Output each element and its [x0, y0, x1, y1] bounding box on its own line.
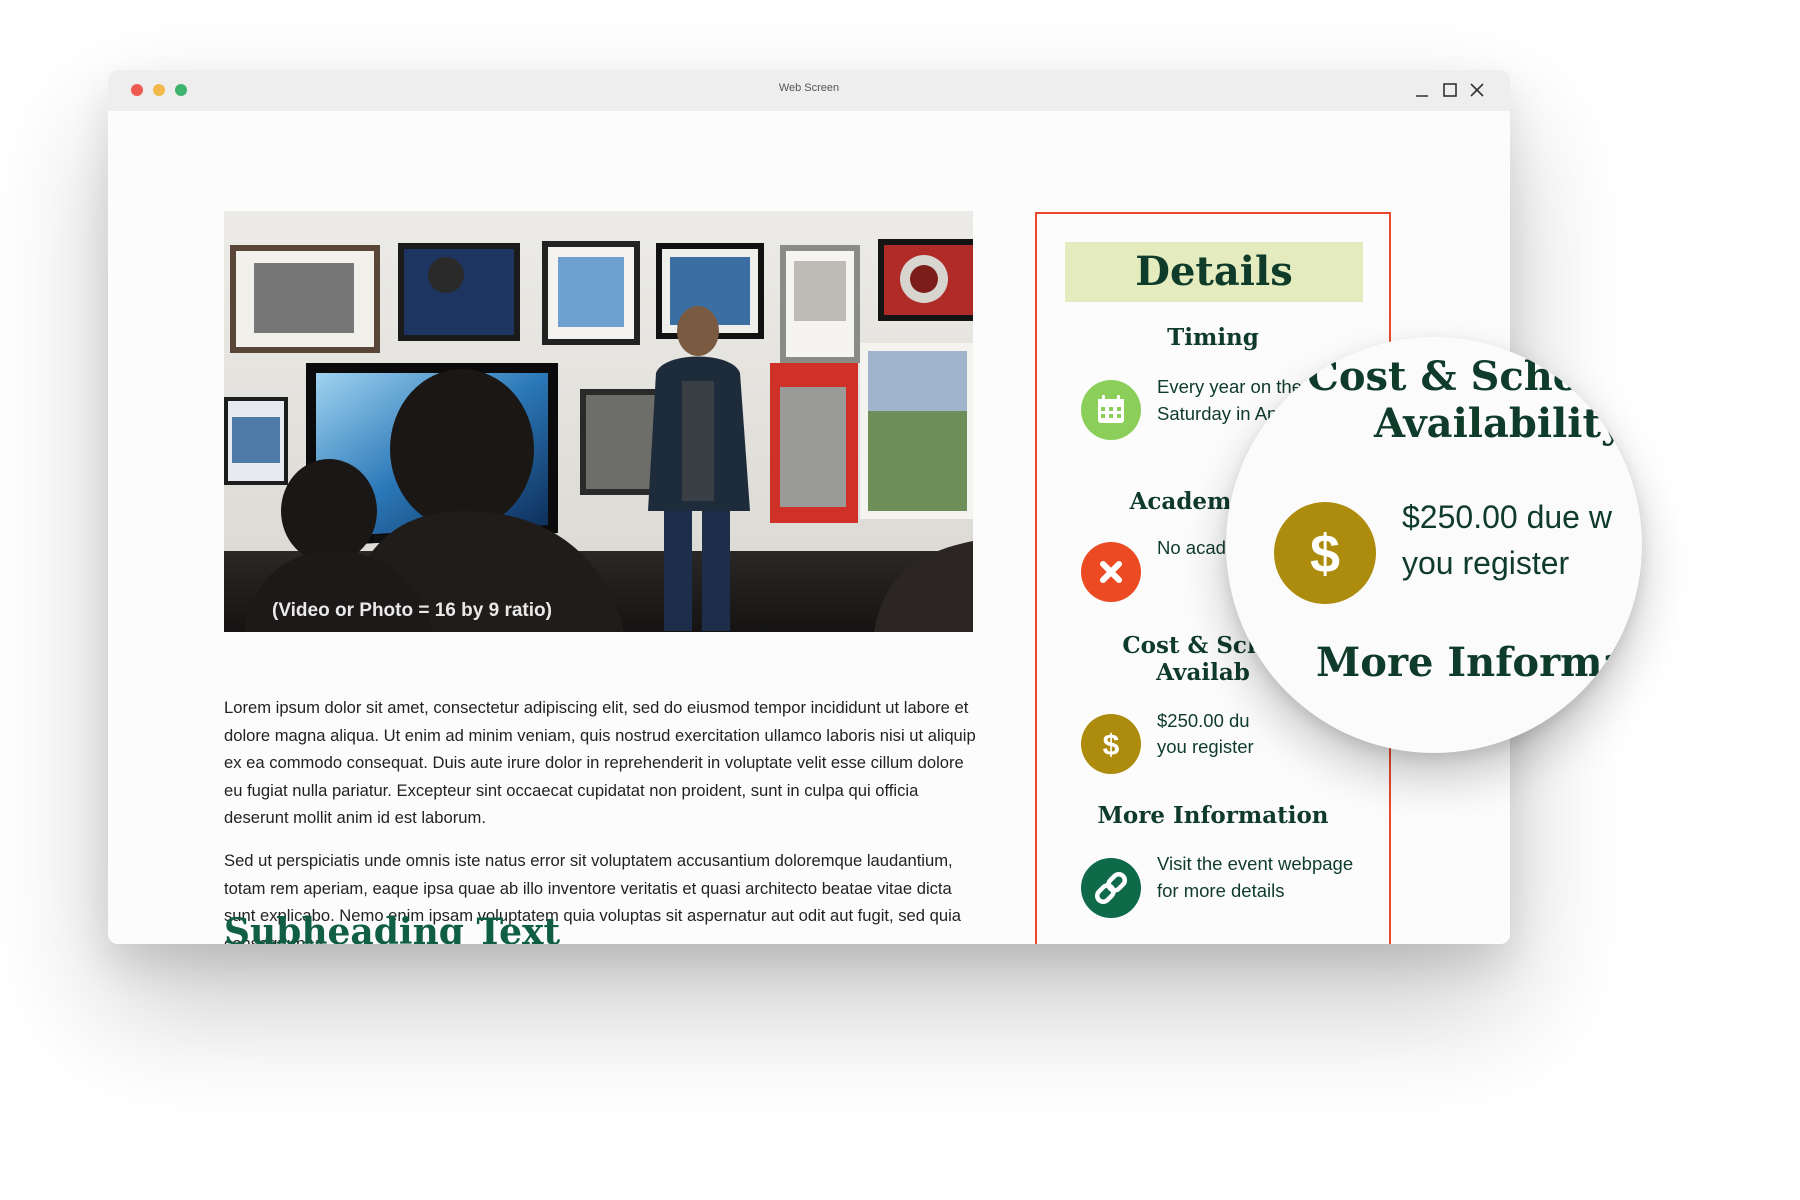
- window-title: Web Screen: [778, 82, 840, 94]
- more-info-heading: More Information: [1097, 802, 1329, 829]
- cost-text-line2: you register: [1157, 736, 1254, 757]
- close-icon[interactable]: [1465, 78, 1489, 102]
- dollar-icon: $: [1081, 714, 1141, 774]
- magnifier-more-heading: More Informa: [1316, 639, 1629, 686]
- svg-text:$: $: [1310, 524, 1340, 584]
- body-text: Lorem ipsum dolor sit amet, consectetur …: [224, 694, 984, 944]
- timing-heading: Timing: [1167, 324, 1259, 351]
- svg-text:$: $: [1103, 729, 1120, 762]
- hero-photo: [224, 211, 973, 632]
- title-bar: Web Screen: [108, 70, 1510, 112]
- magnifier-dollar-icon: $: [1274, 502, 1376, 604]
- calendar-icon: [1081, 380, 1141, 440]
- body-paragraph-1: Lorem ipsum dolor sit amet, consectetur …: [224, 698, 976, 828]
- close-circle-icon: [1081, 542, 1141, 602]
- magnifier-cost-line2: you register: [1402, 545, 1570, 581]
- magnifier-lens: Cost & Scholar Availability $ $250.00 du…: [1226, 337, 1642, 753]
- stage: Web Screen (Video or Photo = 16 by 9 rat…: [0, 0, 1800, 1200]
- link-icon[interactable]: [1081, 858, 1141, 918]
- subheading: Subheading Text: [224, 911, 561, 944]
- minimize-icon[interactable]: [1410, 78, 1434, 102]
- hero-caption: (Video or Photo = 16 by 9 ratio): [272, 600, 552, 621]
- details-title: Details: [1065, 242, 1363, 302]
- hero-media[interactable]: (Video or Photo = 16 by 9 ratio): [224, 211, 973, 632]
- magnifier-heading-line2: Availability: [1374, 400, 1625, 447]
- maximize-icon[interactable]: [1438, 78, 1462, 102]
- magnifier-cost-line1: $250.00 due w: [1402, 499, 1612, 535]
- more-info-text[interactable]: Visit the event webpage for more details: [1157, 851, 1357, 904]
- magnifier-heading-line1: Cost & Scholar: [1307, 353, 1642, 400]
